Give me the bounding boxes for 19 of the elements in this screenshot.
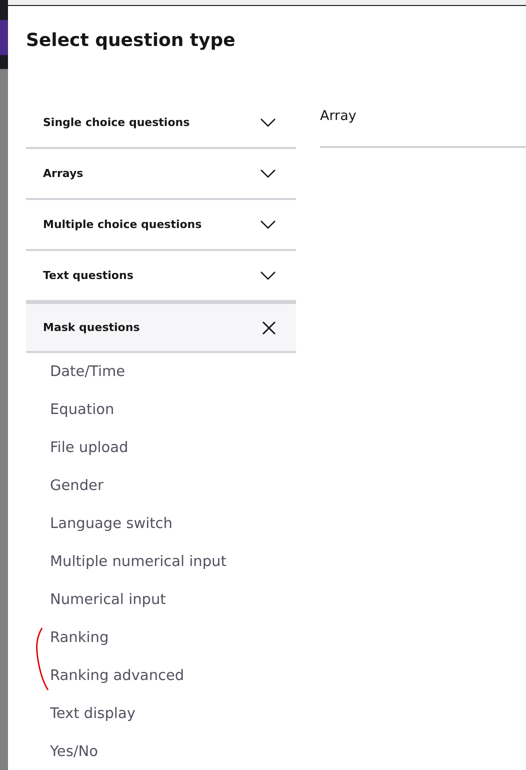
question-type-item[interactable]: Language switch — [26, 505, 296, 543]
question-type-item[interactable]: Multiple numerical input — [26, 543, 296, 581]
question-type-item[interactable]: Text display — [26, 695, 296, 733]
accordion-header[interactable]: Mask questions — [26, 302, 296, 353]
question-type-item[interactable]: File upload — [26, 429, 296, 467]
question-type-item[interactable]: Ranking — [26, 619, 296, 657]
question-type-item[interactable]: Yes/No — [26, 733, 296, 770]
question-type-item[interactable]: Numerical input — [26, 581, 296, 619]
question-type-item[interactable]: Equation — [26, 391, 296, 429]
close-icon — [262, 320, 276, 334]
chevron-down-icon — [260, 118, 276, 127]
chevron-down-icon — [260, 169, 276, 178]
question-type-item[interactable]: Ranking advanced — [26, 657, 296, 695]
chevron-down-icon — [260, 271, 276, 280]
question-type-item[interactable]: Gender — [26, 467, 296, 505]
preview-title: Array — [320, 107, 358, 124]
dialog-title: Select question type — [25, 29, 236, 53]
chevron-down-icon — [260, 220, 276, 229]
question-type-item[interactable]: Date/Time — [26, 353, 296, 391]
